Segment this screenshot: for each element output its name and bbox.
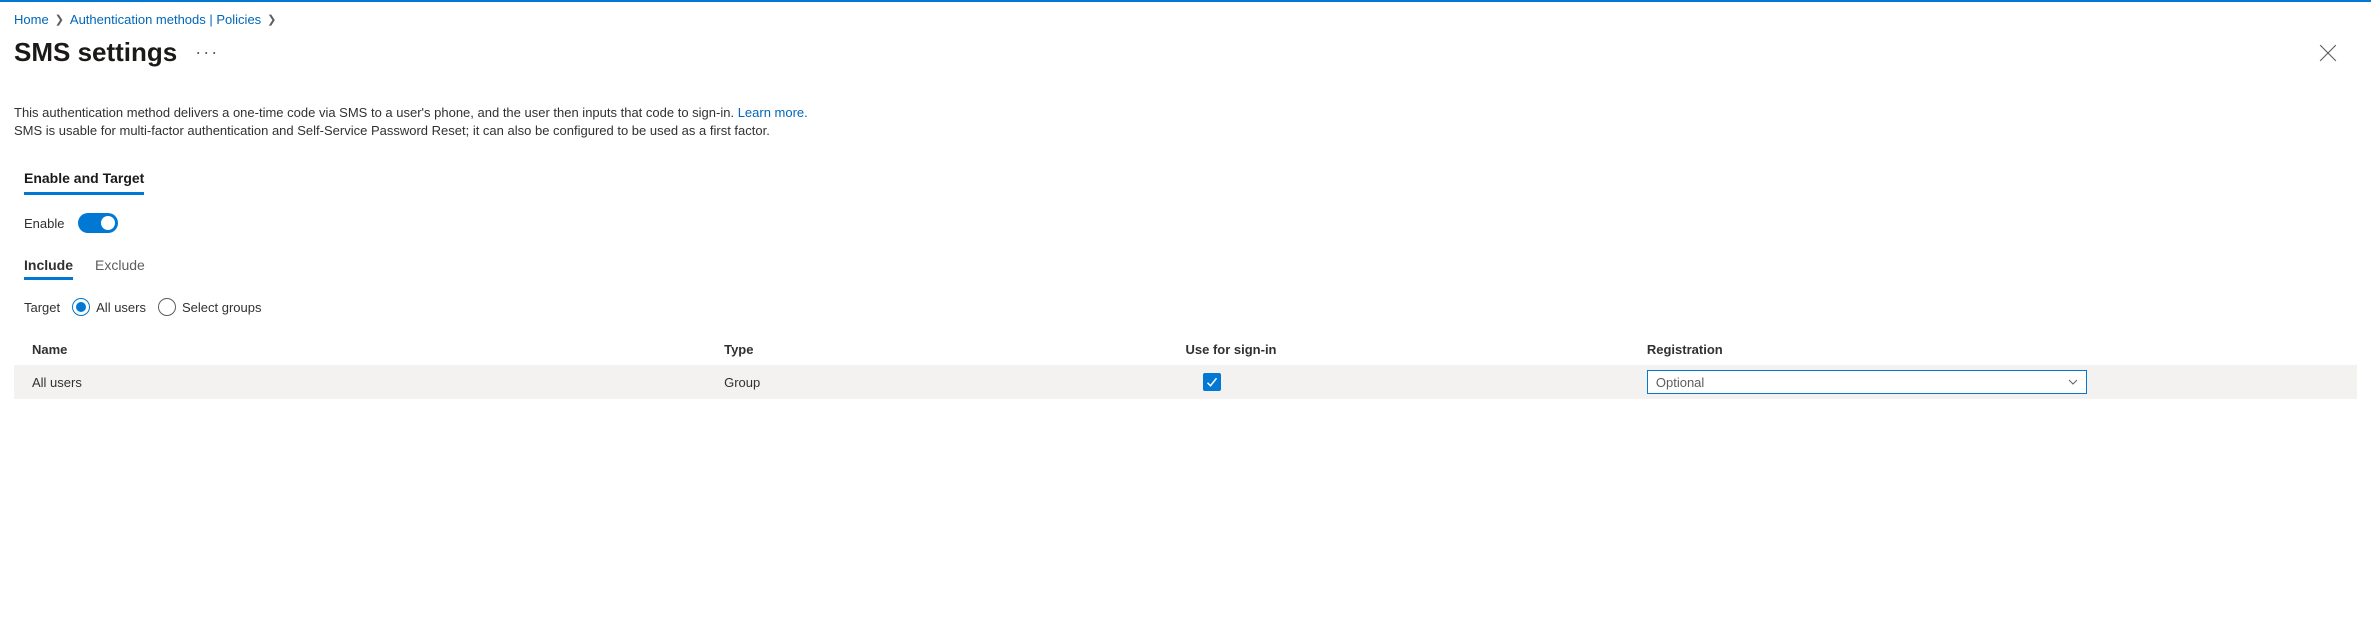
check-icon bbox=[1206, 376, 1218, 388]
chevron-right-icon: ❯ bbox=[267, 13, 276, 26]
target-label: Target bbox=[24, 300, 60, 315]
tab-include[interactable]: Include bbox=[24, 257, 73, 280]
tab-enable-and-target[interactable]: Enable and Target bbox=[24, 170, 144, 195]
targets-table: Name Type Use for sign-in Registration A… bbox=[14, 334, 2357, 399]
radio-all-users-label: All users bbox=[96, 300, 146, 315]
col-name: Name bbox=[32, 342, 724, 357]
close-icon[interactable] bbox=[2319, 44, 2357, 62]
breadcrumb-policies[interactable]: Authentication methods | Policies bbox=[70, 12, 261, 27]
cell-type: Group bbox=[724, 375, 1185, 390]
col-registration: Registration bbox=[1647, 342, 2339, 357]
chevron-right-icon: ❯ bbox=[55, 13, 64, 26]
breadcrumb-home[interactable]: Home bbox=[14, 12, 49, 27]
cell-name: All users bbox=[32, 375, 724, 390]
radio-all-users[interactable]: All users bbox=[72, 298, 146, 316]
col-signin: Use for sign-in bbox=[1185, 342, 1646, 357]
tab-exclude[interactable]: Exclude bbox=[95, 257, 145, 280]
registration-select[interactable]: Optional bbox=[1647, 370, 2087, 394]
breadcrumb: Home ❯ Authentication methods | Policies… bbox=[14, 12, 2357, 27]
learn-more-link[interactable]: Learn more. bbox=[738, 105, 808, 120]
description-text: This authentication method delivers a on… bbox=[14, 104, 2357, 140]
page-title: SMS settings bbox=[14, 37, 177, 68]
table-row: All users Group Optional bbox=[14, 365, 2357, 399]
more-actions-button[interactable]: ··· bbox=[195, 42, 219, 63]
use-for-signin-checkbox[interactable] bbox=[1203, 373, 1221, 391]
registration-select-value: Optional bbox=[1656, 375, 1704, 390]
radio-select-groups-label: Select groups bbox=[182, 300, 262, 315]
radio-select-groups[interactable]: Select groups bbox=[158, 298, 262, 316]
chevron-down-icon bbox=[2068, 375, 2078, 390]
enable-toggle[interactable] bbox=[78, 213, 118, 233]
col-type: Type bbox=[724, 342, 1185, 357]
enable-label: Enable bbox=[24, 216, 64, 231]
